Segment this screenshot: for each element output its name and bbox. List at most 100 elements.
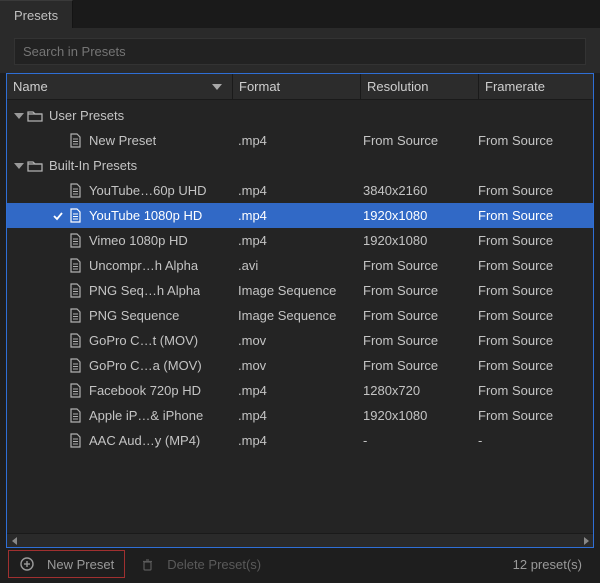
folder-icon bbox=[27, 108, 43, 124]
preset-group[interactable]: User Presets bbox=[7, 103, 593, 128]
preset-format: .mp4 bbox=[232, 233, 357, 248]
file-icon bbox=[67, 208, 83, 224]
file-icon bbox=[67, 133, 83, 149]
preset-format: .mp4 bbox=[232, 408, 357, 423]
column-header-resolution[interactable]: Resolution bbox=[363, 79, 478, 94]
preset-framerate: From Source bbox=[472, 308, 593, 323]
expand-toggle-icon[interactable] bbox=[13, 110, 25, 122]
preset-resolution: 1920x1080 bbox=[357, 408, 472, 423]
preset-row[interactable]: Uncompr…h Alpha.aviFrom SourceFrom Sourc… bbox=[7, 253, 593, 278]
preset-resolution: From Source bbox=[357, 258, 472, 273]
preset-name: Apple iP…& iPhone bbox=[89, 408, 203, 423]
check-icon bbox=[51, 209, 65, 223]
grid-header: Name Format Resolution Framerate bbox=[7, 74, 593, 100]
column-header-framerate[interactable]: Framerate bbox=[481, 79, 593, 94]
preset-row[interactable]: YouTube 1080p HD.mp41920x1080From Source bbox=[7, 203, 593, 228]
preset-format: Image Sequence bbox=[232, 283, 357, 298]
preset-framerate: From Source bbox=[472, 233, 593, 248]
delete-preset-button[interactable]: Delete Preset(s) bbox=[129, 551, 271, 577]
preset-framerate: From Source bbox=[472, 383, 593, 398]
preset-resolution: From Source bbox=[357, 333, 472, 348]
preset-row[interactable]: AAC Aud…y (MP4).mp4-- bbox=[7, 428, 593, 453]
preset-row[interactable]: GoPro C…t (MOV).movFrom SourceFrom Sourc… bbox=[7, 328, 593, 353]
preset-format: .mp4 bbox=[232, 433, 357, 448]
search-wrap bbox=[0, 28, 600, 73]
preset-framerate: From Source bbox=[472, 408, 593, 423]
column-header-format[interactable]: Format bbox=[235, 79, 360, 94]
check-placeholder bbox=[51, 434, 65, 448]
delete-preset-label: Delete Preset(s) bbox=[167, 557, 261, 572]
preset-name: New Preset bbox=[89, 133, 156, 148]
bottom-bar: New Preset Delete Preset(s) 12 preset(s) bbox=[0, 548, 600, 580]
preset-row[interactable]: PNG SequenceImage SequenceFrom SourceFro… bbox=[7, 303, 593, 328]
preset-row[interactable]: YouTube…60p UHD.mp43840x2160From Source bbox=[7, 178, 593, 203]
preset-format: .mov bbox=[232, 358, 357, 373]
plus-circle-icon bbox=[19, 556, 35, 572]
preset-framerate: From Source bbox=[472, 133, 593, 148]
preset-resolution: 3840x2160 bbox=[357, 183, 472, 198]
search-input[interactable] bbox=[14, 38, 586, 65]
file-icon bbox=[67, 408, 83, 424]
preset-framerate: From Source bbox=[472, 183, 593, 198]
file-icon bbox=[67, 358, 83, 374]
preset-group[interactable]: Built-In Presets bbox=[7, 153, 593, 178]
presets-tree: User PresetsNew Preset.mp4From SourceFro… bbox=[7, 100, 593, 533]
file-icon bbox=[67, 233, 83, 249]
preset-format: .mov bbox=[232, 333, 357, 348]
new-preset-button[interactable]: New Preset bbox=[8, 550, 125, 578]
preset-row[interactable]: Vimeo 1080p HD.mp41920x1080From Source bbox=[7, 228, 593, 253]
preset-framerate: From Source bbox=[472, 358, 593, 373]
file-icon bbox=[67, 308, 83, 324]
preset-name: PNG Seq…h Alpha bbox=[89, 283, 200, 298]
preset-count: 12 preset(s) bbox=[513, 557, 592, 572]
scroll-right-button[interactable] bbox=[579, 534, 593, 548]
horizontal-scrollbar[interactable] bbox=[7, 533, 593, 547]
check-placeholder bbox=[51, 409, 65, 423]
preset-format: .mp4 bbox=[232, 133, 357, 148]
tab-presets[interactable]: Presets bbox=[0, 0, 73, 28]
preset-format: .mp4 bbox=[232, 383, 357, 398]
tab-bar: Presets bbox=[0, 0, 600, 28]
preset-name: AAC Aud…y (MP4) bbox=[89, 433, 200, 448]
file-icon bbox=[67, 283, 83, 299]
preset-row[interactable]: Facebook 720p HD .mp41280x720From Source bbox=[7, 378, 593, 403]
file-icon bbox=[67, 433, 83, 449]
preset-name: Facebook 720p HD bbox=[89, 383, 201, 398]
presets-grid: Name Format Resolution Framerate User Pr… bbox=[6, 73, 594, 548]
check-placeholder bbox=[51, 284, 65, 298]
preset-row[interactable]: PNG Seq…h AlphaImage SequenceFrom Source… bbox=[7, 278, 593, 303]
preset-format: .avi bbox=[232, 258, 357, 273]
preset-framerate: From Source bbox=[472, 258, 593, 273]
check-placeholder bbox=[51, 334, 65, 348]
preset-row[interactable]: New Preset.mp4From SourceFrom Source bbox=[7, 128, 593, 153]
folder-icon bbox=[27, 158, 43, 174]
check-placeholder bbox=[51, 359, 65, 373]
check-placeholder bbox=[51, 259, 65, 273]
preset-row[interactable]: GoPro C…a (MOV).movFrom SourceFrom Sourc… bbox=[7, 353, 593, 378]
check-placeholder bbox=[51, 184, 65, 198]
preset-resolution: 1280x720 bbox=[357, 383, 472, 398]
preset-row[interactable]: Apple iP…& iPhone .mp41920x1080From Sourc… bbox=[7, 403, 593, 428]
group-label: User Presets bbox=[49, 108, 124, 123]
preset-name: Uncompr…h Alpha bbox=[89, 258, 198, 273]
preset-resolution: - bbox=[357, 433, 472, 448]
file-icon bbox=[67, 183, 83, 199]
preset-resolution: From Source bbox=[357, 358, 472, 373]
preset-framerate: - bbox=[472, 433, 593, 448]
file-icon bbox=[67, 258, 83, 274]
expand-toggle-icon[interactable] bbox=[13, 160, 25, 172]
sort-desc-icon bbox=[212, 84, 222, 90]
new-preset-label: New Preset bbox=[47, 557, 114, 572]
preset-format: Image Sequence bbox=[232, 308, 357, 323]
chevron-right-icon bbox=[584, 537, 589, 545]
preset-resolution: 1920x1080 bbox=[357, 208, 472, 223]
chevron-left-icon bbox=[12, 537, 17, 545]
column-header-name[interactable]: Name bbox=[7, 79, 232, 94]
file-icon bbox=[67, 333, 83, 349]
preset-name: YouTube…60p UHD bbox=[89, 183, 207, 198]
check-placeholder bbox=[51, 234, 65, 248]
scroll-left-button[interactable] bbox=[7, 534, 21, 548]
preset-name: GoPro C…t (MOV) bbox=[89, 333, 198, 348]
check-placeholder bbox=[51, 384, 65, 398]
preset-resolution: 1920x1080 bbox=[357, 233, 472, 248]
